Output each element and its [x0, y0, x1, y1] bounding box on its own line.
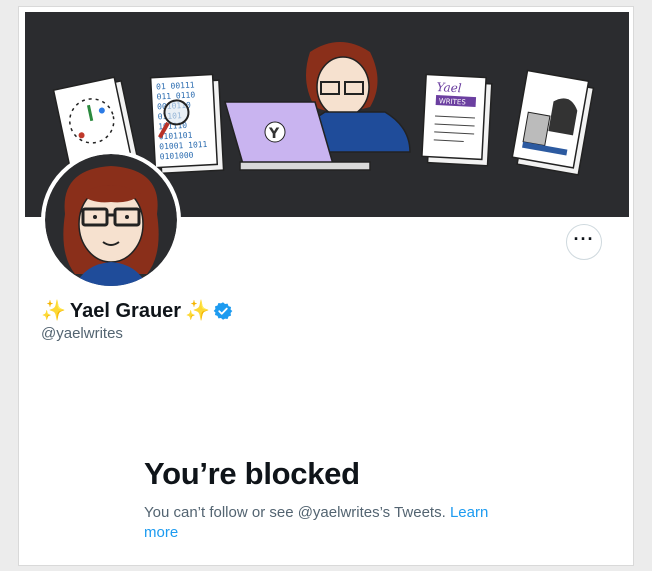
more-options-button[interactable]: ···: [566, 224, 602, 260]
svg-text:WRITES: WRITES: [439, 97, 467, 106]
blocked-title: You’re blocked: [144, 456, 360, 491]
person-with-laptop: Y: [224, 42, 411, 171]
blocked-message: You can’t follow or see @yaelwrites’s Tw…: [144, 503, 504, 543]
blocked-message-text: You can’t follow or see @yaelwrites’s Tw…: [144, 504, 446, 521]
hacker-paper: [511, 69, 595, 176]
svg-text:Y: Y: [268, 126, 280, 142]
writes-paper: Yael WRITES: [421, 73, 493, 167]
svg-text:0101000: 0101000: [160, 151, 194, 162]
display-name: Yael Grauer: [69, 299, 182, 322]
sparkle-icon: ✨: [185, 300, 210, 322]
svg-text:Yael: Yael: [436, 80, 462, 95]
profile-handle: @yaelwrites: [41, 325, 123, 342]
ellipsis-icon: ···: [573, 229, 595, 249]
avatar-illustration: [45, 154, 177, 286]
profile-page: 01 00111 011 0110 0010110 01101 101110 0…: [18, 6, 634, 566]
sparkle-icon: ✨: [41, 300, 66, 322]
binary-paper: 01 00111 011 0110 0010110 01101 101110 0…: [149, 73, 225, 175]
profile-avatar[interactable]: [41, 150, 181, 290]
verified-badge-icon: [213, 301, 233, 321]
profile-name-row: ✨ Yael Grauer ✨: [41, 297, 233, 325]
